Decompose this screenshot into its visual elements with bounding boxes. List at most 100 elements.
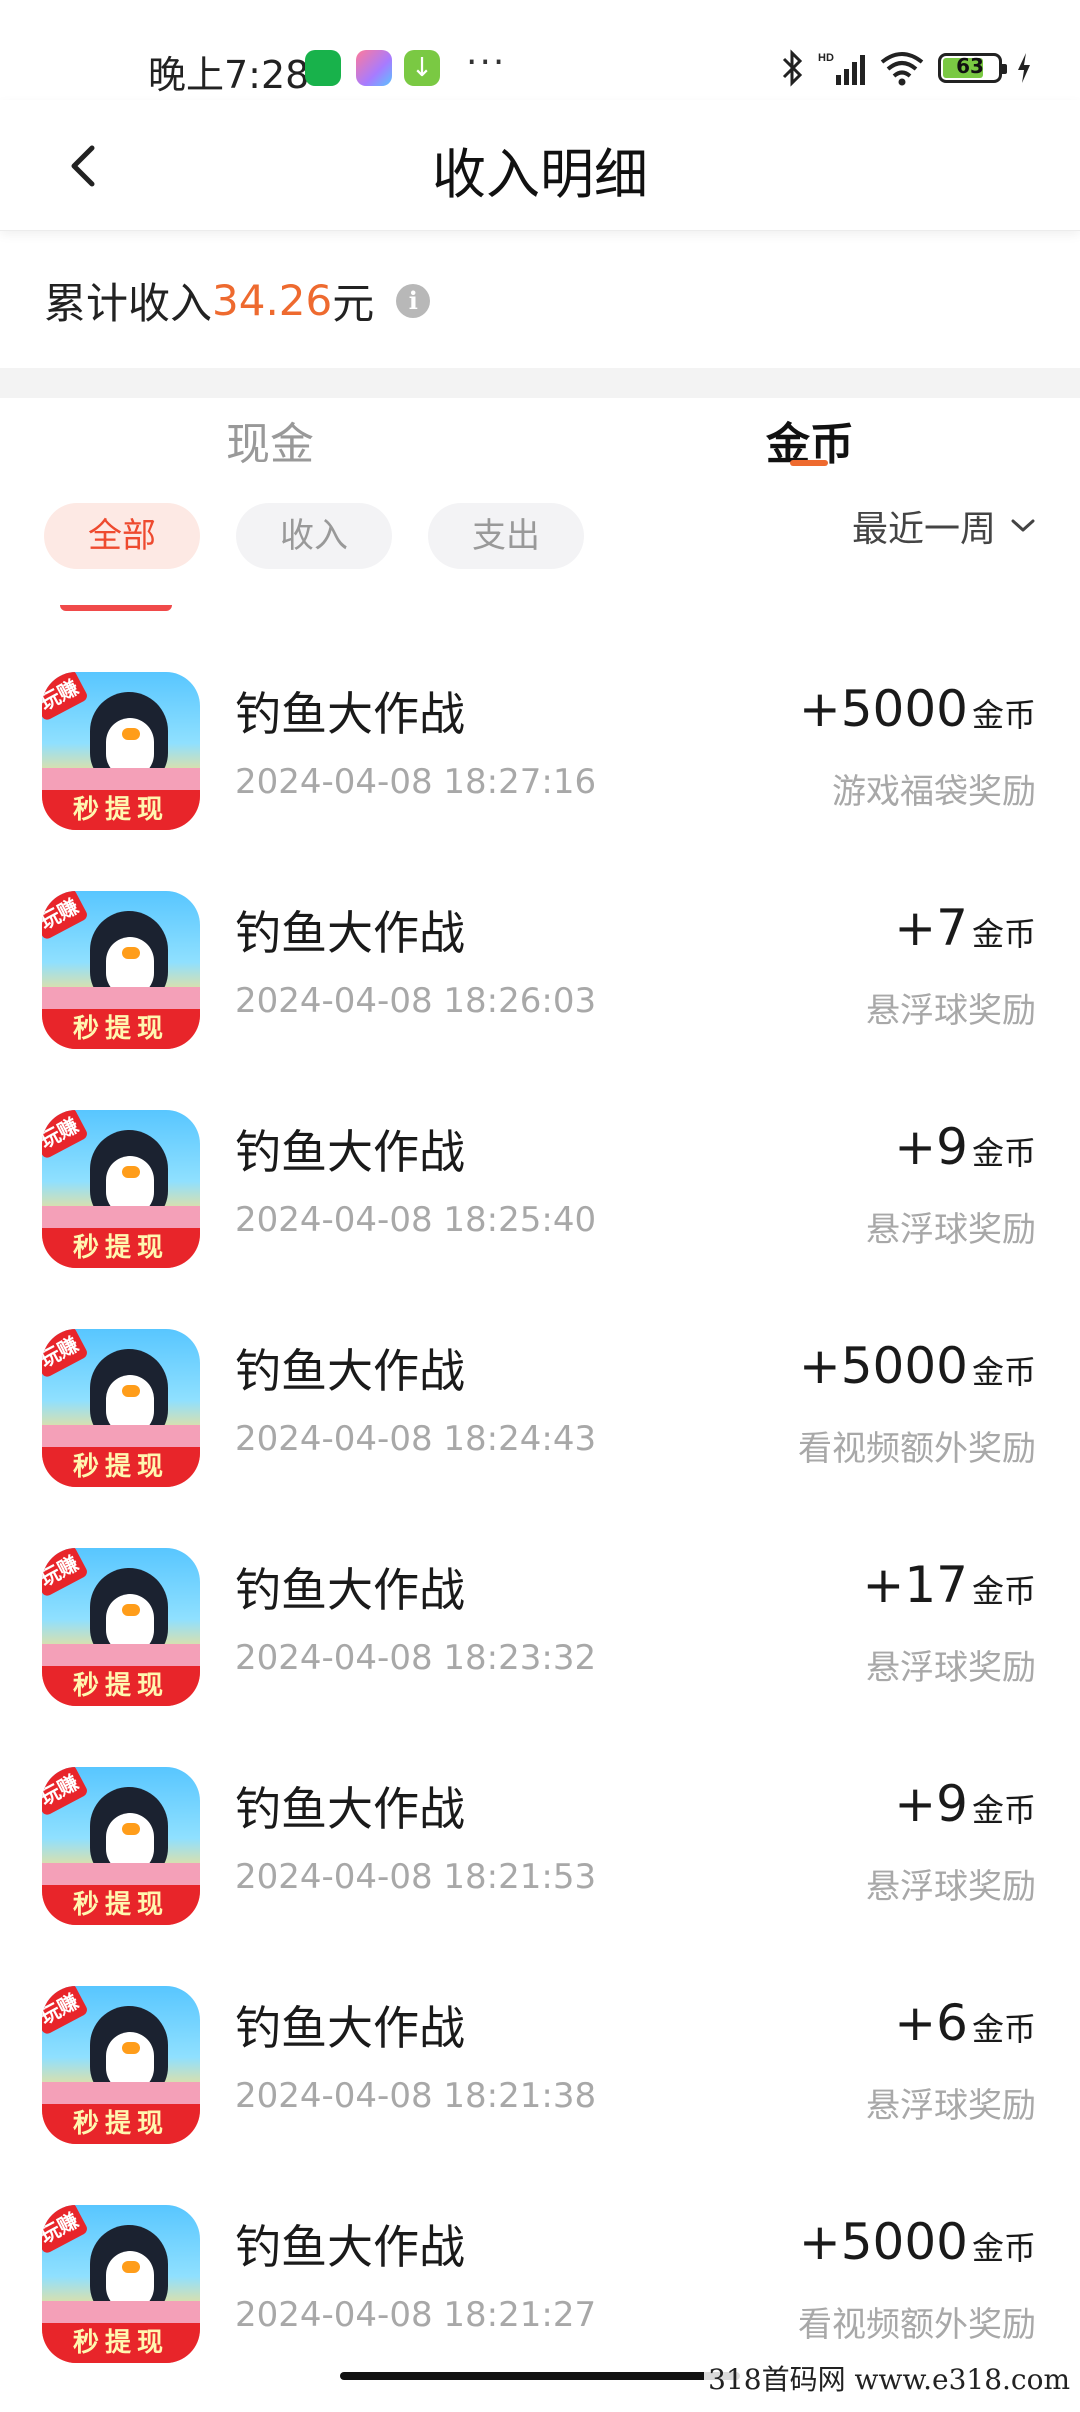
game-icon [356,50,392,86]
more-notifications-icon: ··· [466,42,507,83]
icon-banner: 秒提现 [42,1009,200,1049]
icon-banner: 秒提现 [42,2104,200,2144]
status-bar: 晚上7:28 ↓ ··· HD 63 [0,0,1080,100]
record-unit: 金币 [971,1791,1036,1829]
icon-banner: 秒提现 [42,790,200,830]
record-title: 钓鱼大作战 [235,1563,465,1617]
icon-tag: 玩赚 [42,1767,90,1817]
icon-tag: 玩赚 [42,1110,90,1160]
list-item[interactable]: 玩赚 秒提现 钓鱼大作战 2024-04-08 18:26:03 +7 金币 悬… [0,879,1080,1098]
list-item[interactable]: 玩赚 秒提现 钓鱼大作战 2024-04-08 18:27:16 +5000 金… [0,660,1080,879]
record-amount: +5000 [798,680,968,738]
record-time: 2024-04-08 18:25:40 [235,1200,597,1240]
active-tab-indicator [790,460,828,466]
record-title: 钓鱼大作战 [235,1125,465,1179]
download-icon: ↓ [404,50,440,86]
icon-tag: 玩赚 [42,672,90,722]
record-amount-group: +5000 金币 [799,2213,1036,2271]
record-title: 钓鱼大作战 [235,1344,465,1398]
record-source: 悬浮球奖励 [866,1210,1036,1250]
total-income-label: 累计收入 [44,279,213,328]
record-amount: +9 [894,1775,968,1833]
list-item[interactable]: 玩赚 秒提现 钓鱼大作战 2024-04-08 18:21:53 +9 金币 悬… [0,1755,1080,1974]
record-time: 2024-04-08 18:27:16 [235,762,597,802]
record-unit: 金币 [971,1572,1036,1610]
record-time: 2024-04-08 18:26:03 [235,981,597,1021]
fishing-game-app-icon: 玩赚 秒提现 [42,891,200,1049]
record-time: 2024-04-08 18:21:38 [235,2076,597,2116]
battery-icon: 63 [938,53,1007,83]
icon-banner: 秒提现 [42,2323,200,2363]
record-amount: +6 [894,1994,968,2052]
record-time: 2024-04-08 18:23:32 [235,1638,597,1678]
partial-list-item-edge [60,605,172,611]
record-unit: 金币 [971,696,1036,734]
filter-expense-chip[interactable]: 支出 [428,503,584,569]
record-amount-group: +5000 金币 [799,1337,1036,1395]
record-source: 悬浮球奖励 [866,1867,1036,1907]
record-amount: +5000 [798,2213,968,2271]
record-amount-group: +9 金币 [894,1775,1036,1833]
record-time: 2024-04-08 18:24:43 [235,1419,597,1459]
record-title: 钓鱼大作战 [235,2220,465,2274]
record-source: 看视频额外奖励 [798,2305,1036,2345]
icon-tag: 玩赚 [42,1329,90,1379]
record-amount-group: +5000 金币 [799,680,1036,738]
section-divider [0,368,1080,398]
bluetooth-icon [782,49,803,87]
period-label: 最近一周 [851,509,996,550]
filter-income-chip[interactable]: 收入 [236,503,392,569]
battery-level: 63 [956,54,984,78]
record-title: 钓鱼大作战 [235,2001,465,2055]
signal-icon: HD [818,52,865,85]
record-amount-group: +6 金币 [894,1994,1036,2052]
record-amount-group: +7 金币 [894,899,1036,957]
period-dropdown[interactable]: 最近一周 [852,500,1036,552]
list-item[interactable]: 玩赚 秒提现 钓鱼大作战 2024-04-08 18:23:32 +17 金币 … [0,1536,1080,1755]
status-time: 晚上7:28 [148,53,310,97]
wechat-icon [305,50,341,86]
total-income-summary: 累计收入 34.26 元 i [44,270,431,331]
svg-text:HD: HD [818,52,834,64]
icon-tag: 玩赚 [42,1986,90,2036]
record-unit: 金币 [971,915,1036,953]
record-source: 悬浮球奖励 [866,2086,1036,2126]
home-indicator[interactable] [340,2372,740,2380]
record-title: 钓鱼大作战 [235,1782,465,1836]
record-source: 看视频额外奖励 [798,1429,1036,1469]
page-header: 收入明细 [0,100,1080,231]
record-unit: 金币 [971,2010,1036,2048]
filter-all-chip[interactable]: 全部 [44,503,200,569]
total-income-amount: 34.26 [212,276,333,325]
charging-icon [1018,53,1030,83]
total-income-unit: 元 [332,279,375,328]
record-amount: +17 [862,1556,968,1614]
currency-tabs: 现金 金币 [0,398,1080,498]
record-amount: +9 [894,1118,968,1176]
icon-tag: 玩赚 [42,2205,90,2255]
record-amount-group: +17 金币 [862,1556,1036,1614]
record-unit: 金币 [971,1353,1036,1391]
status-icons: HD 63 [780,48,1032,88]
page-title: 收入明细 [432,143,648,206]
list-item[interactable]: 玩赚 秒提现 钓鱼大作战 2024-04-08 18:24:43 +5000 金… [0,1317,1080,1536]
fishing-game-app-icon: 玩赚 秒提现 [42,672,200,830]
tab-cash[interactable]: 现金 [226,408,314,472]
record-amount-group: +9 金币 [894,1118,1036,1176]
list-item[interactable]: 玩赚 秒提现 钓鱼大作战 2024-04-08 18:25:40 +9 金币 悬… [0,1098,1080,1317]
fishing-game-app-icon: 玩赚 秒提现 [42,1110,200,1268]
record-source: 悬浮球奖励 [866,991,1036,1031]
list-item[interactable]: 玩赚 秒提现 钓鱼大作战 2024-04-08 18:21:38 +6 金币 悬… [0,1974,1080,2193]
record-time: 2024-04-08 18:21:53 [235,1857,597,1897]
icon-banner: 秒提现 [42,1447,200,1487]
record-source: 游戏福袋奖励 [832,772,1036,812]
info-icon[interactable]: i [396,283,431,318]
fishing-game-app-icon: 玩赚 秒提现 [42,2205,200,2363]
record-amount: +7 [894,899,968,957]
wifi-icon [880,52,924,86]
chevron-down-icon [1011,519,1035,532]
record-unit: 金币 [971,2229,1036,2267]
icon-tag: 玩赚 [42,1548,90,1598]
fishing-game-app-icon: 玩赚 秒提现 [42,1329,200,1487]
fishing-game-app-icon: 玩赚 秒提现 [42,1548,200,1706]
